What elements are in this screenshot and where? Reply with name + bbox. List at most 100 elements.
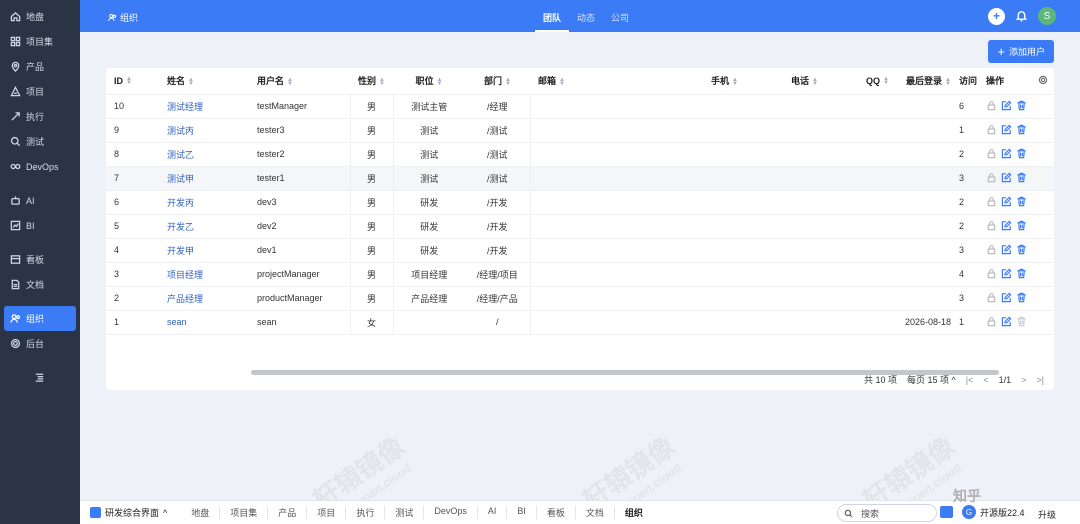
table-row[interactable]: 5 开发乙 dev2 男研发/开发 2 bbox=[106, 214, 1054, 239]
lock-icon[interactable] bbox=[986, 196, 997, 209]
column-header-dept[interactable]: 部门 ▲ ▼ bbox=[465, 68, 530, 95]
column-header-email[interactable]: 邮箱 ▲ ▼ bbox=[530, 68, 663, 95]
table-row[interactable]: 7 测试甲 tester1 男测试/测试 3 bbox=[106, 166, 1054, 191]
app-switcher[interactable]: 研发综合界面 ^ bbox=[90, 506, 167, 519]
bottom-nav-item[interactable]: 看板 bbox=[535, 506, 575, 519]
table-row[interactable]: 4 开发甲 dev1 男研发/开发 3 bbox=[106, 238, 1054, 263]
sidebar-item-bi[interactable]: BI bbox=[0, 213, 80, 238]
lock-icon[interactable] bbox=[986, 316, 997, 329]
edit-icon[interactable] bbox=[1001, 244, 1012, 257]
user-name-link[interactable]: 测试乙 bbox=[159, 142, 249, 167]
breadcrumb[interactable]: 组织 bbox=[108, 11, 138, 24]
tab-company[interactable]: 公司 bbox=[603, 0, 637, 32]
avatar[interactable]: S bbox=[1038, 7, 1056, 25]
sidebar-item-admin[interactable]: 后台 bbox=[0, 331, 80, 356]
bottom-nav-item[interactable]: 测试 bbox=[384, 506, 423, 519]
column-header-gender[interactable]: 性别 ▲ ▼ bbox=[350, 68, 393, 95]
sidebar-item-test[interactable]: 测试 bbox=[0, 129, 80, 154]
column-settings-button[interactable] bbox=[1038, 68, 1054, 95]
lock-icon[interactable] bbox=[986, 172, 997, 185]
bottom-nav-item[interactable]: AI bbox=[476, 506, 507, 519]
edit-icon[interactable] bbox=[1001, 220, 1012, 233]
table-row[interactable]: 3 项目经理 projectManager 男项目经理/经理/项目 4 bbox=[106, 262, 1054, 287]
bottom-nav-item[interactable]: 产品 bbox=[267, 506, 306, 519]
chat-icon[interactable] bbox=[940, 506, 953, 518]
lock-icon[interactable] bbox=[986, 124, 997, 137]
user-name-link[interactable]: 开发丙 bbox=[159, 190, 249, 215]
tab-dynamics[interactable]: 动态 bbox=[569, 0, 603, 32]
sidebar-item-ai[interactable]: AI bbox=[0, 188, 80, 213]
edit-icon[interactable] bbox=[1001, 316, 1012, 329]
column-header-position[interactable]: 职位 ▲ ▼ bbox=[393, 68, 465, 95]
first-page-button[interactable]: |< bbox=[966, 375, 974, 385]
quick-add-button[interactable]: + bbox=[988, 7, 1005, 25]
lock-icon[interactable] bbox=[986, 100, 997, 113]
bottom-nav-item[interactable]: 执行 bbox=[345, 506, 384, 519]
bottom-nav-item[interactable]: 文档 bbox=[574, 506, 614, 519]
per-page-select[interactable]: 每页 15 项 ^ bbox=[907, 373, 956, 386]
sidebar-item-programs[interactable]: 项目集 bbox=[0, 29, 80, 54]
lock-icon[interactable] bbox=[986, 148, 997, 161]
lock-icon[interactable] bbox=[986, 220, 997, 233]
user-name-link[interactable]: 产品经理 bbox=[159, 286, 249, 311]
column-header-id[interactable]: ID ▲ ▼ bbox=[106, 68, 159, 95]
column-header-last-login[interactable]: 最后登录 ▲ ▼ bbox=[893, 68, 953, 95]
sidebar-item-kanban[interactable]: 看板 bbox=[0, 247, 80, 272]
table-row[interactable]: 9 测试丙 tester3 男测试/测试 1 bbox=[106, 118, 1054, 143]
version-info[interactable]: G 开源版22.4 bbox=[962, 505, 1025, 519]
notifications-button[interactable] bbox=[1015, 9, 1028, 24]
delete-icon[interactable] bbox=[1016, 268, 1027, 281]
edit-icon[interactable] bbox=[1001, 100, 1012, 113]
delete-icon[interactable] bbox=[1016, 148, 1027, 161]
bottom-nav-item[interactable]: 地盘 bbox=[181, 506, 219, 519]
delete-icon[interactable] bbox=[1016, 220, 1027, 233]
sidebar-item-devops[interactable]: DevOps bbox=[0, 154, 80, 179]
bottom-nav-item[interactable]: 项目集 bbox=[219, 506, 267, 519]
delete-icon[interactable] bbox=[1016, 292, 1027, 305]
table-row[interactable]: 2 产品经理 productManager 男产品经理/经理/产品 3 bbox=[106, 286, 1054, 311]
sidebar-item-product[interactable]: 产品 bbox=[0, 54, 80, 79]
edit-icon[interactable] bbox=[1001, 148, 1012, 161]
edit-icon[interactable] bbox=[1001, 268, 1012, 281]
collapse-sidebar-button[interactable] bbox=[0, 365, 80, 390]
lock-icon[interactable] bbox=[986, 244, 997, 257]
edit-icon[interactable] bbox=[1001, 124, 1012, 137]
column-header-phone[interactable]: 电话 ▲ ▼ bbox=[742, 68, 822, 95]
next-page-button[interactable]: > bbox=[1021, 375, 1026, 385]
delete-icon[interactable] bbox=[1016, 172, 1027, 185]
sidebar-item-doc[interactable]: 文档 bbox=[0, 272, 80, 297]
sidebar-item-dashboard[interactable]: 地盘 bbox=[0, 4, 80, 29]
upgrade-link[interactable]: 升级 bbox=[1038, 508, 1056, 521]
user-name-link[interactable]: 测试丙 bbox=[159, 118, 249, 143]
table-row[interactable]: 10 测试经理 testManager 男测试主管/经理 6 bbox=[106, 94, 1054, 119]
sidebar-item-execution[interactable]: 执行 bbox=[0, 104, 80, 129]
add-user-button[interactable]: + 添加用户 bbox=[988, 40, 1054, 63]
column-header-visits[interactable]: 访问 bbox=[953, 68, 980, 95]
user-name-link[interactable]: 项目经理 bbox=[159, 262, 249, 287]
edit-icon[interactable] bbox=[1001, 292, 1012, 305]
lock-icon[interactable] bbox=[986, 268, 997, 281]
delete-icon[interactable] bbox=[1016, 196, 1027, 209]
edit-icon[interactable] bbox=[1001, 172, 1012, 185]
bottom-nav-item[interactable]: 组织 bbox=[613, 506, 653, 519]
column-header-qq[interactable]: QQ ▲ ▼ bbox=[822, 68, 893, 95]
sidebar-item-organization[interactable]: 组织 bbox=[4, 306, 76, 331]
delete-icon[interactable] bbox=[1016, 124, 1027, 137]
column-header-username[interactable]: 用户名 ▲ ▼ bbox=[249, 68, 350, 95]
lock-icon[interactable] bbox=[986, 292, 997, 305]
table-row[interactable]: 8 测试乙 tester2 男测试/测试 2 bbox=[106, 142, 1054, 167]
table-row[interactable]: 6 开发丙 dev3 男研发/开发 2 bbox=[106, 190, 1054, 215]
column-header-mobile[interactable]: 手机 ▲ ▼ bbox=[663, 68, 742, 95]
user-name-link[interactable]: sean bbox=[159, 310, 249, 335]
user-name-link[interactable]: 开发甲 bbox=[159, 238, 249, 263]
delete-icon[interactable] bbox=[1016, 100, 1027, 113]
last-page-button[interactable]: >| bbox=[1036, 375, 1044, 385]
delete-icon[interactable] bbox=[1016, 244, 1027, 257]
sidebar-item-project[interactable]: 项目 bbox=[0, 79, 80, 104]
global-search[interactable]: 搜索 bbox=[837, 504, 937, 522]
bottom-nav-item[interactable]: 项目 bbox=[306, 506, 345, 519]
bottom-nav-item[interactable]: BI bbox=[506, 506, 536, 519]
prev-page-button[interactable]: < bbox=[983, 375, 988, 385]
table-row[interactable]: 1 sean sean 女/2026-08-18 1 bbox=[106, 310, 1054, 335]
user-name-link[interactable]: 开发乙 bbox=[159, 214, 249, 239]
